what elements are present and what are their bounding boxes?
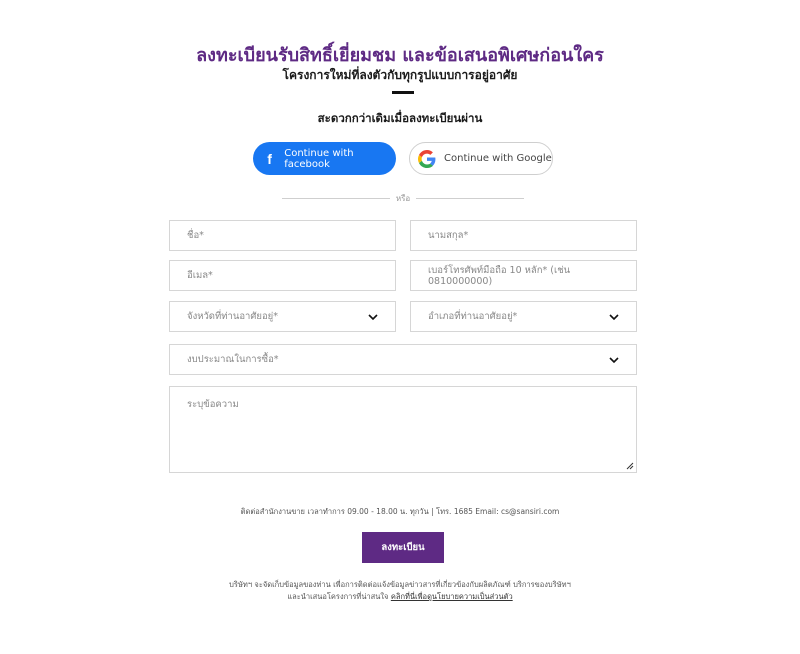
phone-placeholder: เบอร์โทรศัพท์มือถือ 10 หลัก* (เช่น 08100… (428, 264, 571, 287)
disclaimer-line-2: และนำเสนอโครงการที่น่าสนใจ คลิกที่นี่เพื… (0, 591, 800, 603)
email-placeholder: อีเมล* (187, 270, 213, 281)
privacy-policy-link[interactable]: คลิกที่นี่เพื่อดูนโยบายความเป็นส่วนตัว (391, 592, 513, 601)
contact-info: ติดต่อสำนักงานขาย เวลาทำการ 09.00 - 18.0… (240, 507, 560, 516)
privacy-disclaimer: บริษัทฯ จะจัดเก็บข้อมูลของท่าน เพื่อการต… (0, 579, 800, 603)
disclaimer-line-1: บริษัทฯ จะจัดเก็บข้อมูลของท่าน เพื่อการต… (229, 580, 571, 589)
first-name-field[interactable]: ชื่อ* (169, 220, 396, 251)
province-placeholder: จังหวัดที่ท่านอาศัยอยู่* (187, 311, 278, 322)
chevron-down-icon (368, 314, 378, 321)
facebook-icon: f (267, 150, 272, 167)
district-select[interactable]: อำเภอที่ท่านอาศัยอยู่* (410, 301, 637, 332)
district-placeholder: อำเภอที่ท่านอาศัยอยู่* (428, 311, 518, 322)
facebook-button-label: Continue with facebook (284, 147, 354, 170)
disclaimer-prefix: และนำเสนอโครงการที่น่าสนใจ (287, 592, 391, 601)
facebook-login-button[interactable]: f Continue with facebook (253, 142, 396, 175)
message-placeholder: ระบุข้อความ (187, 399, 239, 410)
chevron-down-icon (609, 314, 619, 321)
resize-handle-icon[interactable] (625, 461, 634, 470)
budget-placeholder: งบประมาณในการซื้อ* (187, 354, 279, 365)
divider-line (416, 197, 524, 199)
google-icon (418, 149, 436, 168)
message-textarea[interactable]: ระบุข้อความ (169, 386, 637, 473)
last-name-placeholder: นามสกุล* (428, 230, 469, 241)
google-login-button[interactable]: Continue with Google (409, 142, 553, 175)
page-subtitle: โครงการใหม่ที่ลงตัวกับทุกรูปแบบการอยู่อา… (282, 68, 518, 82)
social-lead-text: สะดวกกว่าเดิมเมื่อลงทะเบียนผ่าน (317, 111, 483, 125)
divider-line (282, 197, 390, 199)
first-name-placeholder: ชื่อ* (187, 230, 204, 241)
phone-field[interactable]: เบอร์โทรศัพท์มือถือ 10 หลัก* (เช่น 08100… (410, 260, 637, 291)
last-name-field[interactable]: นามสกุล* (410, 220, 637, 251)
email-field[interactable]: อีเมล* (169, 260, 396, 291)
budget-select[interactable]: งบประมาณในการซื้อ* (169, 344, 637, 375)
page-title: ลงทะเบียนรับสิทธิ์เยี่ยมชม และข้อเสนอพิเ… (196, 45, 604, 66)
title-divider (392, 91, 414, 94)
chevron-down-icon (609, 357, 619, 364)
or-divider: หรือ (282, 192, 524, 204)
province-select[interactable]: จังหวัดที่ท่านอาศัยอยู่* (169, 301, 396, 332)
or-label: หรือ (395, 193, 411, 203)
google-button-label: Continue with Google (444, 153, 552, 164)
register-button[interactable]: ลงทะเบียน (362, 532, 444, 563)
